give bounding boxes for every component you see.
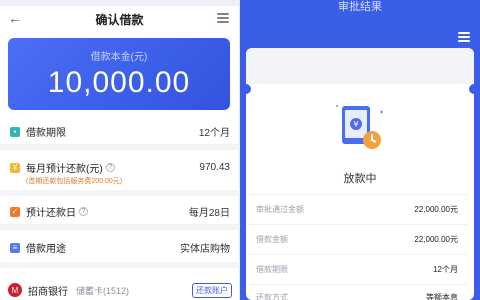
info-value: 等额本息 xyxy=(426,293,458,300)
info-row-term: 借款期限 12个月 xyxy=(246,264,468,275)
status-text: 放款中 xyxy=(343,173,377,185)
row-label: 预计还款日 xyxy=(26,208,76,219)
help-icon[interactable]: ? xyxy=(79,207,88,216)
page-title: 确认借款 xyxy=(95,12,144,27)
result-header: 审批结果 xyxy=(240,0,480,42)
divider xyxy=(0,262,240,268)
amount-label: 借款本金(元) xyxy=(90,52,148,63)
row-label: 借款期限 xyxy=(26,128,66,139)
bank-card: 储蓄卡(1512) xyxy=(76,285,130,296)
separator xyxy=(246,194,468,195)
help-icon[interactable]: ? xyxy=(105,163,115,172)
menu-icon[interactable] xyxy=(458,30,470,44)
date-icon: ✓ xyxy=(10,206,20,217)
row-monthly[interactable]: ¥ 每月预计还款(元) ? 970.43 xyxy=(0,160,240,175)
separator xyxy=(246,224,468,225)
info-value: 22,000.00元 xyxy=(414,205,458,214)
row-value: 12个月 xyxy=(198,128,230,139)
nav-bar: ← 确认借款 xyxy=(0,6,239,32)
row-value: 970.43 xyxy=(199,162,230,173)
info-row-approved: 审批通过金额 22,000.00元 xyxy=(246,204,468,215)
info-value: 12个月 xyxy=(433,265,458,274)
info-value: 22,000.00元 xyxy=(414,235,458,244)
info-label: 借款期限 xyxy=(256,265,288,274)
loan-confirm-screen: ← 确认借款 借款本金(元) 10,000.00 ▪ 借款期限 12个月 ¥ 每… xyxy=(0,0,240,300)
info-label: 还款方式 xyxy=(256,293,288,300)
amount-value: 10,000.00 xyxy=(47,66,191,99)
row-value: 每月28日 xyxy=(188,208,230,219)
separator xyxy=(246,254,468,255)
divider xyxy=(0,190,240,196)
card-notch xyxy=(469,84,479,94)
row-value: 实体店购物 xyxy=(180,244,230,255)
bank-name: 招商银行 xyxy=(28,286,68,298)
row-repay-date[interactable]: ✓ 预计还款日 ? 每月28日 xyxy=(0,204,240,219)
calendar-icon: ▪ xyxy=(10,126,20,137)
row-label: 借款用途 xyxy=(26,244,66,255)
fee-note: (首期还款包括服务费200.00元) xyxy=(26,178,123,185)
money-icon: ¥ xyxy=(10,162,20,173)
bank-account-row[interactable]: M 招商银行 储蓄卡(1512) 还款账户 xyxy=(0,280,240,300)
row-purpose[interactable]: ≡ 借款用途 实体店购物 xyxy=(0,240,240,255)
back-arrow-icon[interactable]: ← xyxy=(8,10,22,26)
bank-logo-icon: M xyxy=(8,283,22,297)
loan-amount-card: 借款本金(元) 10,000.00 xyxy=(8,38,230,110)
row-term[interactable]: ▪ 借款期限 12个月 xyxy=(0,124,240,139)
purpose-icon: ≡ xyxy=(10,242,20,253)
svg-text:¥: ¥ xyxy=(353,120,358,129)
menu-icon[interactable] xyxy=(217,11,229,25)
result-title: 审批结果 xyxy=(338,1,382,13)
divider xyxy=(0,224,240,230)
card-band xyxy=(246,48,474,84)
info-label: 审批通过金额 xyxy=(256,205,304,214)
card-notch xyxy=(241,84,251,94)
repay-account-badge: 还款账户 xyxy=(192,282,232,298)
separator xyxy=(246,284,468,285)
divider xyxy=(0,144,240,150)
phone-money-icon: ¥ xyxy=(336,105,383,149)
info-row-amount: 借款金额 22,000.00元 xyxy=(246,234,468,245)
row-label: 每月预计还款(元) xyxy=(26,164,103,175)
info-row-method: 还款方式 等额本息 xyxy=(246,292,468,300)
info-label: 借款金额 xyxy=(256,235,288,244)
